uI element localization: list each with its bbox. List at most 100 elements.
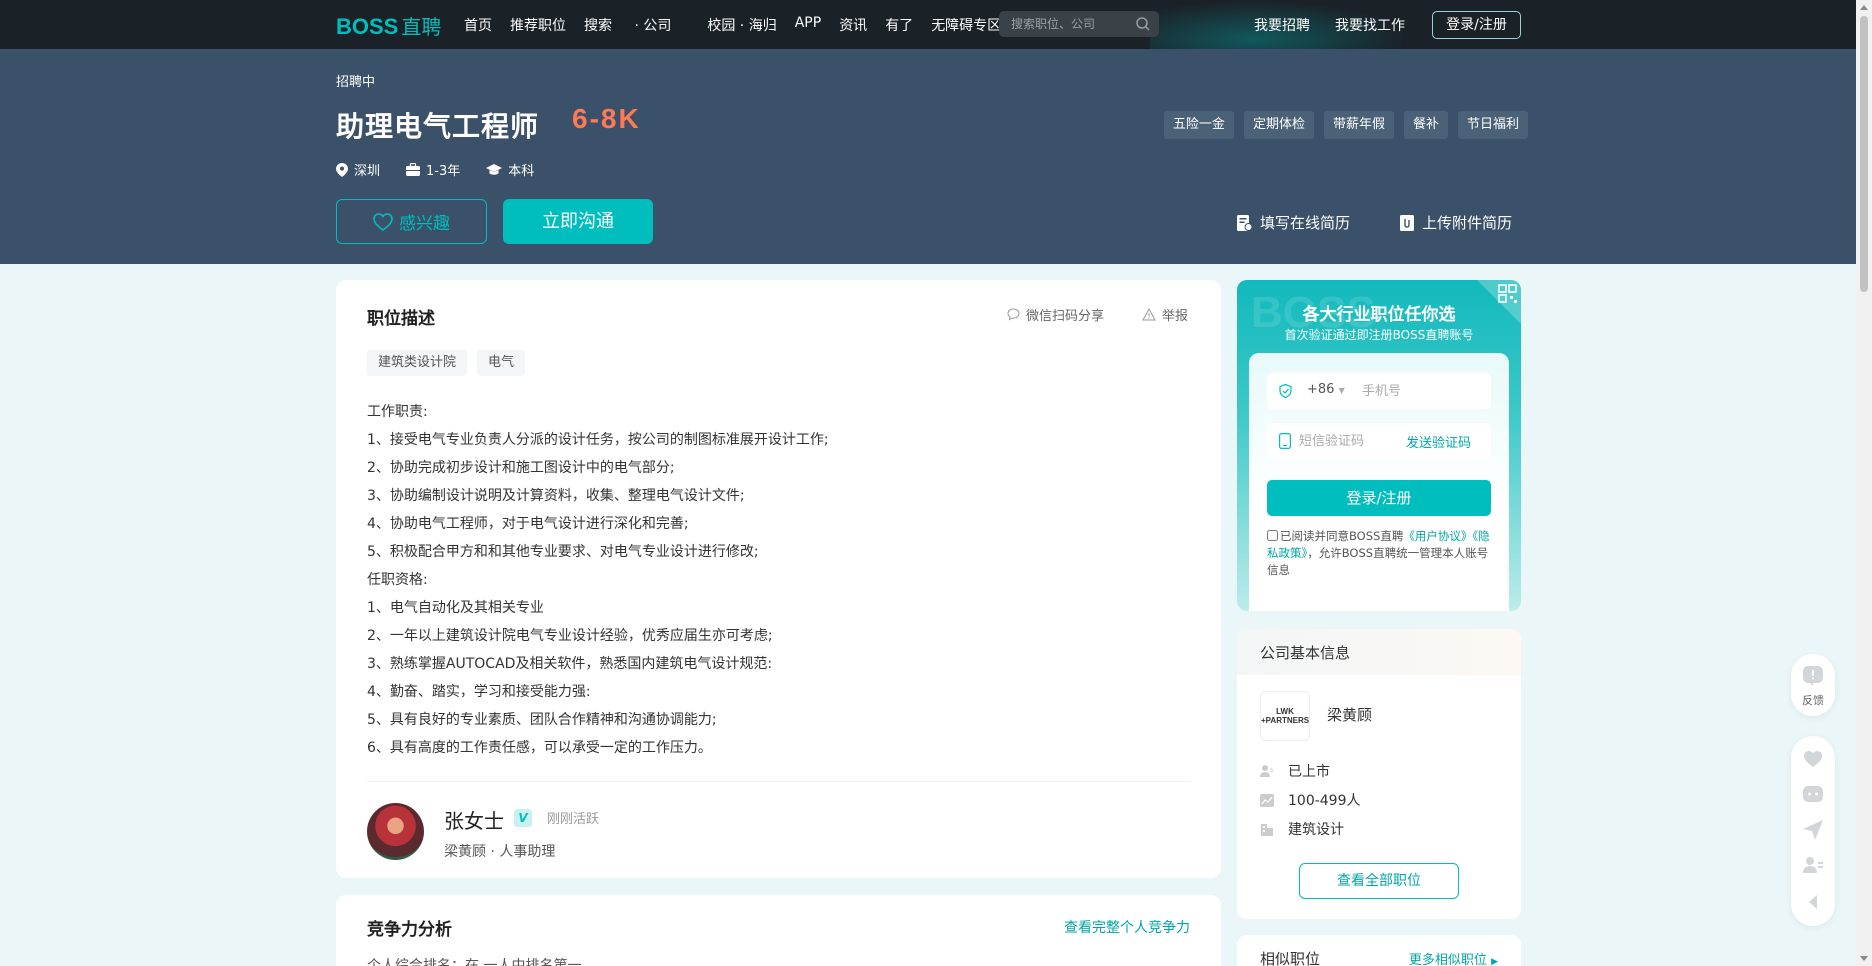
company-industry-text: 建筑设计: [1288, 822, 1344, 838]
job-status: 招聘中: [336, 75, 376, 90]
contacts-icon[interactable]: [1803, 856, 1823, 874]
nav-item-company-label: · 公司: [630, 18, 672, 34]
building-icon: [1261, 824, 1273, 836]
wechat-share-button[interactable]: 微信扫码分享: [1007, 305, 1104, 324]
search-icon[interactable]: [1135, 16, 1151, 32]
signup-submit-button[interactable]: 登录/注册: [1267, 480, 1491, 516]
feedback-tool[interactable]: 反馈: [1791, 654, 1835, 716]
nav-item-app[interactable]: APP: [795, 15, 821, 35]
nav-login-button[interactable]: 登录/注册: [1432, 11, 1521, 39]
interest-button-label: 感兴趣: [399, 214, 450, 234]
page-scrollbar[interactable]: [1856, 0, 1872, 966]
recruiter-avatar[interactable]: [367, 803, 424, 860]
job-description-text: 工作职责: 1、接受电气专业负责人分派的设计任务，按公司的制图标准展开设计工作;…: [367, 398, 1187, 762]
recruiter-separator: ·: [490, 844, 495, 860]
nav-item-campus[interactable]: 校园 · 海归: [707, 15, 776, 35]
full-competitiveness-link[interactable]: 查看完整个人竞争力: [1064, 917, 1190, 937]
description-line: 5、积极配合甲方和和其他专业要求、对电气专业设计进行修改;: [367, 544, 759, 560]
recruit-link[interactable]: 我要招聘: [1254, 15, 1310, 35]
send-icon[interactable]: [1803, 820, 1823, 840]
location-icon: [336, 162, 348, 177]
job-tag: 建筑类设计院: [367, 350, 468, 376]
share-label: 微信扫码分享: [1026, 309, 1105, 324]
scroll-down-arrow-icon[interactable]: [1860, 956, 1868, 961]
logo-cn-text: 直聘: [401, 15, 442, 39]
view-all-jobs-button[interactable]: 查看全部职位: [1299, 863, 1459, 899]
company-size: 100-499人: [1260, 790, 1361, 810]
description-line: 4、勤奋、踏实，学习和接受能力强:: [367, 684, 591, 700]
warning-icon: [1142, 308, 1156, 321]
nav-item-search-label: 搜索: [584, 18, 612, 34]
company-logo-line1: LWK: [1276, 707, 1294, 716]
nav-item-recommended-jobs[interactable]: 推荐职位: [510, 15, 566, 35]
find-job-link[interactable]: 我要找工作: [1335, 15, 1405, 35]
company-stage-text: 已上市: [1288, 764, 1330, 780]
job-title: 助理电气工程师: [336, 110, 540, 143]
job-description-heading: 职位描述: [367, 309, 435, 329]
interest-button[interactable]: 感兴趣: [336, 199, 487, 244]
signup-form: +86 ▼ 发送验证码 登录/注册 已阅读并同意BOSS直聘《用户协议》《隐私政…: [1249, 353, 1509, 611]
svg-text:$: $: [1270, 767, 1274, 774]
upload-resume-link[interactable]: 上传附件简历: [1400, 212, 1512, 233]
job-meta: 深圳 1-3年 本科: [336, 160, 560, 179]
country-code-select[interactable]: +86 ▼: [1307, 382, 1345, 397]
message-icon[interactable]: [1803, 786, 1823, 804]
heart-icon: [373, 212, 393, 231]
feedback-label: 反馈: [1802, 694, 1824, 707]
verified-badge-icon: V: [514, 809, 532, 827]
favorite-heart-icon[interactable]: [1803, 750, 1823, 768]
section-divider: [367, 781, 1190, 782]
country-code-value: +86: [1307, 382, 1335, 397]
job-degree-text: 本科: [508, 164, 535, 179]
benefit-tag: 带薪年假: [1323, 111, 1394, 139]
nav-item-search[interactable]: 搜索 · 公司: [584, 15, 689, 35]
chevron-down-icon: ▼: [1338, 386, 1345, 395]
side-toolbar: [1791, 736, 1835, 926]
chat-now-button[interactable]: 立即沟通: [503, 199, 653, 244]
sms-code-input[interactable]: [1299, 432, 1399, 450]
company-info-header: 公司基本信息: [1237, 629, 1521, 675]
description-line: 3、协助编制设计说明及计算资料，收集、整理电气设计文件;: [367, 488, 745, 504]
job-tag: 电气: [477, 350, 526, 376]
job-tags: 建筑类设计院 电气: [367, 350, 535, 376]
company-name[interactable]: 梁黄顾: [1327, 704, 1372, 725]
signup-widget: BOSS 各大行业职位任你选 首次验证通过即注册BOSS直聘账号 +86 ▼ 发…: [1237, 280, 1521, 611]
user-agreement-link[interactable]: 《用户协议》: [1403, 529, 1472, 543]
company-stage: $ 已上市: [1260, 761, 1330, 781]
scrollbar-thumb[interactable]: [1860, 16, 1868, 292]
job-salary: 6-8K: [572, 103, 641, 134]
nav-item-accessibility[interactable]: 无障碍专区: [931, 15, 1001, 35]
nav-item-news[interactable]: 资讯: [839, 15, 867, 35]
description-line: 2、协助完成初步设计和施工图设计中的电气部分;: [367, 460, 675, 476]
nav-item-youle[interactable]: 有了: [885, 15, 913, 35]
boss-logo[interactable]: BOSS 直聘: [336, 11, 441, 40]
recruiter-active-status: 刚刚活跃: [547, 812, 600, 827]
report-button[interactable]: 举报: [1142, 305, 1188, 324]
signup-title: 各大行业职位任你选: [1302, 305, 1456, 325]
job-city: 深圳: [336, 160, 380, 179]
sms-code-field: 发送验证码: [1267, 423, 1491, 459]
logo-latin-text: BOSS: [336, 14, 399, 39]
description-line: 1、接受电气专业负责人分派的设计任务，按公司的制图标准展开设计工作;: [367, 432, 829, 448]
feedback-icon: [1803, 666, 1823, 686]
nav-item-home[interactable]: 首页: [464, 15, 492, 35]
collapse-left-icon[interactable]: [1803, 894, 1823, 910]
company-info-card: 公司基本信息 LWK +PARTNERS 梁黄顾 $ 已上市 100-499人 建…: [1237, 629, 1521, 919]
more-similar-jobs-link[interactable]: 更多相似职位 ▶: [1409, 949, 1498, 966]
chart-icon: [1260, 793, 1274, 807]
nav-search-input[interactable]: [1011, 15, 1129, 33]
phone-input[interactable]: [1362, 382, 1482, 400]
company-logo[interactable]: LWK +PARTNERS: [1260, 691, 1310, 741]
report-label: 举报: [1162, 309, 1189, 324]
scroll-up-arrow-icon[interactable]: [1860, 5, 1868, 10]
recruiter-info: 梁黄顾 · 人事助理: [444, 841, 555, 861]
agreement-checkbox[interactable]: [1267, 530, 1278, 541]
send-code-button[interactable]: 发送验证码: [1406, 432, 1471, 451]
recruiter-company: 梁黄顾: [444, 844, 486, 860]
company-logo-line2: +PARTNERS: [1261, 716, 1310, 725]
benefit-tag: 定期体检: [1243, 111, 1314, 139]
description-line: 4、协助电气工程师，对于电气设计进行深化和完善;: [367, 516, 689, 532]
similar-jobs-card: 相似职位 更多相似职位 ▶: [1237, 935, 1521, 966]
online-resume-link[interactable]: 填写在线简历: [1237, 212, 1350, 233]
nav-search-box: [999, 11, 1159, 37]
